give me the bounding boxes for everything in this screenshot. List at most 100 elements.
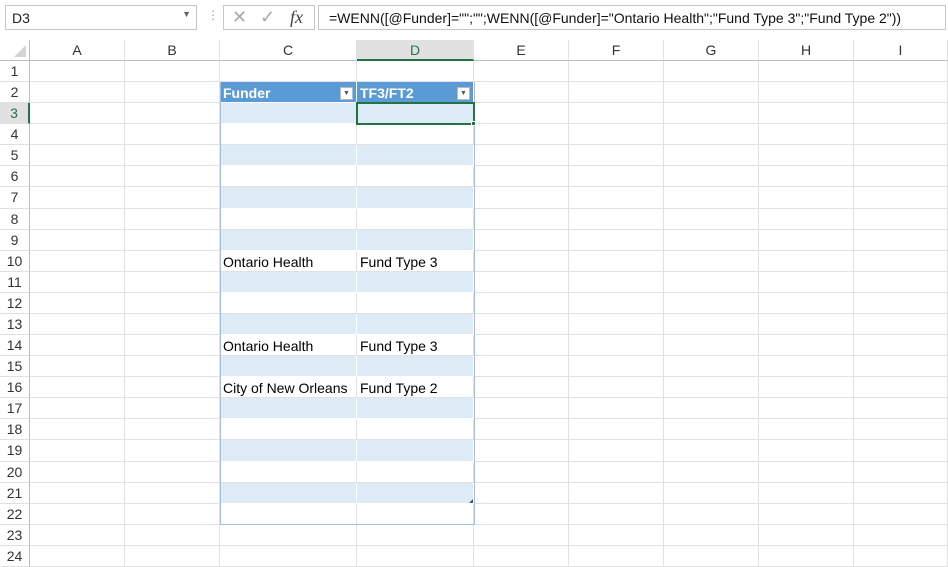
cell-E6[interactable]	[474, 166, 569, 188]
cell-H2[interactable]	[759, 82, 854, 104]
cell-C9[interactable]	[220, 229, 357, 251]
cell-C24[interactable]	[220, 545, 357, 567]
cell-F14[interactable]	[569, 335, 664, 357]
insert-function-icon[interactable]: fx	[290, 7, 303, 28]
cell-A20[interactable]	[30, 461, 125, 483]
chevron-down-icon[interactable]: ▼	[182, 9, 191, 19]
select-all-button[interactable]	[0, 40, 30, 61]
cell-E1[interactable]	[474, 61, 569, 83]
cell-F13[interactable]	[569, 313, 664, 336]
row-header-20[interactable]: 20	[0, 461, 30, 483]
cell-D4[interactable]	[357, 124, 474, 146]
filter-dropdown-icon[interactable]: ▼	[457, 87, 470, 101]
cell-E24[interactable]	[474, 545, 569, 567]
cell-H1[interactable]	[759, 61, 854, 83]
cell-C23[interactable]	[220, 524, 357, 546]
cell-F7[interactable]	[569, 187, 664, 209]
cell-D11[interactable]	[357, 271, 474, 293]
cell-H18[interactable]	[759, 419, 854, 441]
cell-C17[interactable]	[220, 398, 357, 420]
cell-C11[interactable]	[220, 271, 357, 293]
cell-G15[interactable]	[664, 356, 759, 378]
cell-B18[interactable]	[125, 419, 220, 441]
cell-F9[interactable]	[569, 229, 664, 251]
cell-E2[interactable]	[474, 82, 569, 104]
row-header-17[interactable]: 17	[0, 398, 30, 420]
cell-H9[interactable]	[759, 229, 854, 251]
cell-F20[interactable]	[569, 461, 664, 483]
cell-F24[interactable]	[569, 545, 664, 567]
cell-D13[interactable]	[357, 313, 474, 336]
cell-E4[interactable]	[474, 124, 569, 146]
cell-C16[interactable]: City of New Orleans	[220, 377, 357, 399]
cell-E17[interactable]	[474, 398, 569, 420]
cell-I24[interactable]	[854, 545, 948, 567]
cell-B10[interactable]	[125, 250, 220, 272]
cell-I5[interactable]	[854, 145, 948, 167]
cell-G12[interactable]	[664, 292, 759, 314]
cell-I2[interactable]	[854, 82, 948, 104]
cell-E14[interactable]	[474, 335, 569, 357]
row-header-24[interactable]: 24	[0, 545, 30, 567]
row-header-16[interactable]: 16	[0, 377, 30, 399]
cell-B23[interactable]	[125, 524, 220, 546]
cell-G3[interactable]	[664, 103, 759, 125]
cell-B4[interactable]	[125, 124, 220, 146]
row-header-18[interactable]: 18	[0, 419, 30, 441]
cell-D2[interactable]: TF3/FT2 ▼	[357, 82, 474, 104]
row-header-8[interactable]: 8	[0, 208, 30, 230]
cell-D10[interactable]: Fund Type 3	[357, 250, 474, 272]
cell-C6[interactable]	[220, 166, 357, 188]
cell-A8[interactable]	[30, 208, 125, 230]
cell-C12[interactable]	[220, 292, 357, 314]
cell-H17[interactable]	[759, 398, 854, 420]
cell-B21[interactable]	[125, 482, 220, 504]
name-box[interactable]: D3 ▼	[5, 5, 197, 30]
cell-D18[interactable]	[357, 419, 474, 441]
formula-input[interactable]: =WENN([@Funder]="";"";WENN([@Funder]="On…	[318, 5, 946, 30]
cell-B6[interactable]	[125, 166, 220, 188]
cell-C15[interactable]	[220, 356, 357, 378]
cell-G9[interactable]	[664, 229, 759, 251]
cell-C14[interactable]: Ontario Health	[220, 335, 357, 357]
cell-F21[interactable]	[569, 482, 664, 504]
cell-I16[interactable]	[854, 377, 948, 399]
cell-D8[interactable]	[357, 208, 474, 230]
column-header-G[interactable]: G	[664, 40, 759, 61]
cell-E3[interactable]	[474, 103, 569, 125]
cell-B8[interactable]	[125, 208, 220, 230]
cell-G7[interactable]	[664, 187, 759, 209]
cell-H8[interactable]	[759, 208, 854, 230]
cell-A22[interactable]	[30, 503, 125, 525]
cell-G16[interactable]	[664, 377, 759, 399]
cell-H3[interactable]	[759, 103, 854, 125]
cell-H13[interactable]	[759, 313, 854, 336]
cancel-icon[interactable]: ✕	[232, 7, 247, 28]
cell-A10[interactable]	[30, 250, 125, 272]
row-header-9[interactable]: 9	[0, 229, 30, 251]
cell-D3[interactable]	[357, 103, 474, 125]
cell-G21[interactable]	[664, 482, 759, 504]
cell-I15[interactable]	[854, 356, 948, 378]
cell-C2[interactable]: Funder ▼	[220, 82, 357, 104]
cell-G6[interactable]	[664, 166, 759, 188]
cell-E8[interactable]	[474, 208, 569, 230]
cell-D7[interactable]	[357, 187, 474, 209]
cell-A1[interactable]	[30, 61, 125, 83]
cell-F5[interactable]	[569, 145, 664, 167]
row-header-13[interactable]: 13	[0, 313, 30, 336]
cell-F11[interactable]	[569, 271, 664, 293]
cell-B1[interactable]	[125, 61, 220, 83]
row-header-21[interactable]: 21	[0, 482, 30, 504]
cell-C8[interactable]	[220, 208, 357, 230]
cell-A5[interactable]	[30, 145, 125, 167]
cell-A21[interactable]	[30, 482, 125, 504]
cell-C7[interactable]	[220, 187, 357, 209]
cell-H20[interactable]	[759, 461, 854, 483]
cell-D14[interactable]: Fund Type 3	[357, 335, 474, 357]
cell-E13[interactable]	[474, 313, 569, 336]
filter-dropdown-icon[interactable]: ▼	[340, 87, 353, 101]
cell-C19[interactable]	[220, 440, 357, 462]
cell-I8[interactable]	[854, 208, 948, 230]
fill-handle[interactable]	[471, 121, 476, 127]
